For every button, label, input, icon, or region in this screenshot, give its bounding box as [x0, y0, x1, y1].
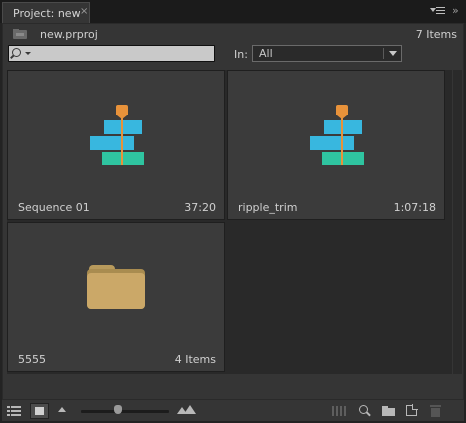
- project-panel: new.prproj 7 Items In: All Sequence 01 3…: [2, 23, 464, 421]
- item-count: 7 Items: [415, 28, 457, 41]
- project-file-name: new.prproj: [40, 28, 98, 41]
- item-name: ripple_trim: [238, 201, 298, 214]
- sequence-thumbnail-icon: [310, 103, 366, 165]
- vertical-scrollbar[interactable]: [453, 70, 462, 374]
- list-view-icon[interactable]: [7, 406, 21, 416]
- folder-icon: [87, 265, 145, 309]
- search-input[interactable]: [35, 46, 213, 61]
- item-name: Sequence 01: [18, 201, 90, 214]
- zoom-slider[interactable]: [81, 410, 169, 413]
- icon-view-grid: Sequence 01 37:20 ripple_trim 1:07:18 55…: [7, 70, 452, 374]
- search-icon[interactable]: [12, 48, 21, 57]
- new-item-icon[interactable]: [406, 404, 418, 416]
- automate-to-sequence-icon[interactable]: [332, 406, 346, 416]
- expand-chevron-icon[interactable]: »: [452, 4, 459, 17]
- tab-title: Project: new: [13, 7, 81, 20]
- project-file-icon: [13, 29, 27, 39]
- search-box[interactable]: [8, 45, 215, 62]
- new-bin-icon[interactable]: [382, 406, 395, 416]
- icon-view-icon[interactable]: [30, 403, 49, 419]
- item-tile-sequence[interactable]: ripple_trim 1:07:18: [227, 70, 445, 220]
- in-filter-value: All: [259, 47, 273, 60]
- chevron-down-icon: [389, 51, 397, 56]
- trash-icon[interactable]: [430, 405, 441, 417]
- in-filter-label: In:: [234, 48, 248, 61]
- item-count-in-bin: 4 Items: [174, 353, 216, 366]
- item-name: 5555: [18, 353, 46, 366]
- item-duration: 37:20: [184, 201, 216, 214]
- bottom-toolbar: [2, 399, 464, 421]
- zoom-out-icon[interactable]: [58, 407, 66, 412]
- zoom-in-icon[interactable]: [177, 405, 197, 415]
- find-icon[interactable]: [359, 405, 368, 414]
- panel-menu-icon[interactable]: [430, 5, 446, 17]
- zoom-slider-handle[interactable]: [113, 405, 122, 414]
- sequence-thumbnail-icon: [90, 103, 146, 165]
- project-panel-frame: Project: new × » new.prproj 7 Items In: …: [0, 0, 466, 423]
- item-duration: 1:07:18: [393, 201, 436, 214]
- panel-tab-bar: Project: new × »: [0, 0, 466, 23]
- item-tile-bin[interactable]: 5555 4 Items: [7, 222, 225, 372]
- search-dropdown-icon[interactable]: [25, 52, 31, 55]
- tab-close-icon[interactable]: ×: [80, 6, 88, 17]
- in-filter-select[interactable]: All: [252, 45, 402, 62]
- item-tile-sequence[interactable]: Sequence 01 37:20: [7, 70, 225, 220]
- tab-project[interactable]: Project: new ×: [2, 2, 90, 23]
